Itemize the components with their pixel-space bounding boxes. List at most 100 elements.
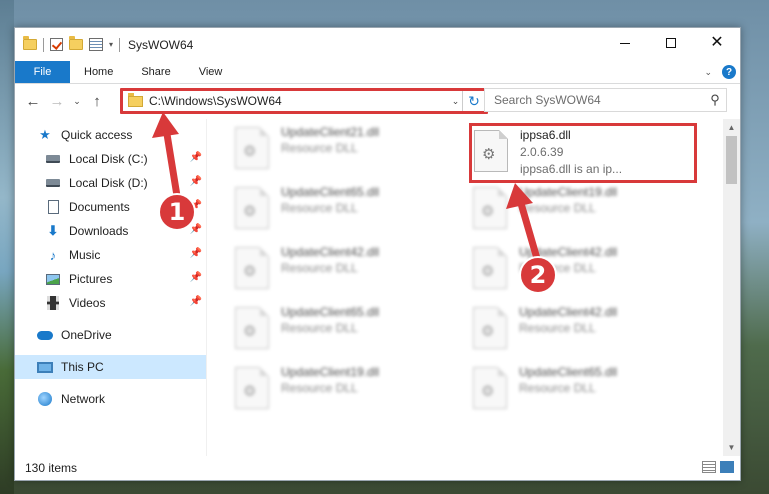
file-name: ippsa6.dll — [520, 128, 571, 142]
tab-home[interactable]: Home — [70, 61, 127, 83]
drive-icon — [45, 176, 61, 190]
sidebar-item-local-disk-d[interactable]: Local Disk (D:) 📌 — [15, 171, 207, 195]
forward-arrow-icon[interactable]: → — [47, 93, 67, 110]
explorer-window: ▾ SysWOW64 ✕ File Home Share View ⌄ ? ← … — [14, 27, 741, 481]
address-dropdown-icon[interactable]: ⌄ — [449, 91, 463, 111]
file-item[interactable]: ⚙ UpdateClient42.dll Resource DLL — [473, 245, 693, 297]
address-text[interactable]: C:\Windows\SysWOW64 — [149, 94, 449, 108]
file-item[interactable]: ⚙ UpdateClient19.dll Resource DLL — [235, 365, 455, 417]
dll-file-icon: ⚙ — [235, 187, 269, 229]
pin-icon[interactable]: 📌 — [190, 296, 202, 307]
new-folder-icon[interactable] — [69, 36, 83, 50]
pin-icon[interactable]: 📌 — [190, 272, 202, 283]
file-item[interactable]: ⚙ UpdateClient65.dll Resource DLL — [235, 185, 455, 237]
ribbon-tabs: File Home Share View ⌄ ? — [15, 61, 740, 84]
pin-icon[interactable]: 📌 — [190, 224, 202, 235]
up-arrow-icon[interactable]: ↑ — [87, 93, 107, 110]
drive-icon — [45, 152, 61, 166]
details-view-icon[interactable] — [702, 461, 716, 473]
search-icon[interactable]: ⚲ — [704, 92, 726, 108]
file-item[interactable]: ⚙ UpdateClient65.dll Resource DLL — [235, 305, 455, 357]
file-name: UpdateClient19.dll — [281, 365, 380, 379]
file-item[interactable]: ⚙ UpdateClient65.dll Resource DLL — [473, 365, 693, 417]
sidebar-item-onedrive[interactable]: OneDrive — [15, 323, 207, 347]
scroll-thumb[interactable] — [726, 136, 737, 184]
file-type: Resource DLL — [281, 321, 358, 335]
pin-icon[interactable]: 📌 — [190, 248, 202, 259]
folder-icon — [128, 92, 143, 107]
search-placeholder[interactable]: Search SysWOW64 — [494, 93, 704, 107]
recent-locations-icon[interactable]: ⌄ — [71, 96, 83, 107]
scroll-down-icon[interactable]: ▼ — [723, 439, 740, 456]
file-type: Resource DLL — [519, 201, 596, 215]
file-item[interactable]: ⚙ UpdateClient21.dll Resource DLL — [235, 125, 455, 177]
pin-icon[interactable]: 📌 — [190, 152, 202, 163]
scroll-up-icon[interactable]: ▲ — [723, 119, 740, 136]
item-count: 130 items — [25, 461, 78, 475]
sidebar-item-label: Network — [61, 392, 106, 406]
sidebar-item-music[interactable]: ♪ Music 📌 — [15, 243, 207, 267]
minimize-button[interactable] — [602, 28, 648, 58]
sidebar-item-label: Downloads — [69, 224, 129, 238]
sidebar-item-label: OneDrive — [61, 328, 112, 342]
refresh-icon[interactable]: ↻ — [463, 93, 485, 110]
sidebar-item-quick-access[interactable]: ★ Quick access — [15, 123, 207, 147]
customize-icon[interactable] — [89, 38, 103, 51]
sidebar-item-local-disk-c[interactable]: Local Disk (C:) 📌 — [15, 147, 207, 171]
toolbar-divider — [119, 37, 121, 52]
close-button[interactable]: ✕ — [694, 28, 740, 58]
minimize-icon — [620, 42, 630, 44]
tab-view[interactable]: View — [185, 61, 237, 83]
file-version: 2.0.6.39 — [520, 145, 564, 159]
file-name: UpdateClient65.dll — [281, 305, 380, 319]
dll-file-icon: ⚙ — [474, 130, 508, 172]
properties-check-icon[interactable] — [50, 38, 63, 51]
file-name: UpdateClient21.dll — [281, 125, 380, 139]
dll-file-icon: ⚙ — [473, 187, 507, 229]
back-arrow-icon[interactable]: ← — [23, 93, 43, 110]
file-name: UpdateClient65.dll — [281, 185, 380, 199]
dll-file-icon: ⚙ — [235, 367, 269, 409]
sidebar-item-label: Documents — [69, 200, 130, 214]
expand-ribbon-icon[interactable]: ⌄ — [704, 67, 712, 78]
dll-file-icon: ⚙ — [473, 247, 507, 289]
tab-share[interactable]: Share — [127, 61, 184, 83]
vertical-scrollbar[interactable]: ▲ ▼ — [723, 119, 740, 456]
address-bar[interactable]: C:\Windows\SysWOW64 ⌄ ↻ — [120, 88, 488, 114]
close-icon: ✕ — [710, 34, 724, 51]
dll-file-icon: ⚙ — [235, 127, 269, 169]
dll-file-icon: ⚙ — [235, 247, 269, 289]
file-type: Resource DLL — [519, 321, 596, 335]
folder-icon — [23, 36, 37, 50]
maximize-button[interactable] — [648, 28, 694, 58]
pin-icon[interactable]: 📌 — [190, 176, 202, 187]
sidebar-item-this-pc[interactable]: This PC — [15, 355, 207, 379]
file-name: UpdateClient42.dll — [519, 305, 618, 319]
file-item[interactable]: ⚙ UpdateClient42.dll Resource DLL — [235, 245, 455, 297]
file-item[interactable]: ⚙ UpdateClient42.dll Resource DLL — [473, 305, 693, 357]
help-icon[interactable]: ? — [722, 65, 736, 79]
step-2-badge: 2 — [519, 256, 557, 294]
dll-file-icon: ⚙ — [473, 307, 507, 349]
downloads-icon: ⬇ — [47, 223, 59, 238]
sidebar-item-videos[interactable]: Videos 📌 — [15, 291, 207, 315]
navigation-bar: ← → ⌄ ↑ C:\Windows\SysWOW64 ⌄ ↻ Search S… — [15, 84, 740, 119]
sidebar-item-label: Local Disk (C:) — [69, 152, 148, 166]
quick-access-toolbar: ▾ — [15, 36, 121, 52]
dll-file-icon: ⚙ — [235, 307, 269, 349]
search-input[interactable]: Search SysWOW64 ⚲ — [484, 88, 727, 112]
file-item[interactable]: ⚙ UpdateClient19.dll Resource DLL — [473, 185, 693, 237]
tab-file[interactable]: File — [15, 61, 70, 83]
sidebar-item-label: Pictures — [69, 272, 113, 286]
chevron-down-icon[interactable]: ▾ — [109, 40, 113, 49]
file-item-ippsa6[interactable]: ⚙ ippsa6.dll 2.0.6.39 ippsa6.dll is an i… — [474, 128, 694, 180]
step-1-badge: 1 — [158, 193, 196, 231]
tiles-view-icon[interactable] — [720, 461, 734, 473]
sidebar-item-pictures[interactable]: Pictures 📌 — [15, 267, 207, 291]
sidebar-item-network[interactable]: Network — [15, 387, 207, 411]
videos-icon — [45, 296, 61, 310]
file-type: Resource DLL — [281, 381, 358, 395]
network-icon — [37, 392, 53, 406]
dll-file-icon: ⚙ — [473, 367, 507, 409]
pictures-icon — [45, 272, 61, 286]
